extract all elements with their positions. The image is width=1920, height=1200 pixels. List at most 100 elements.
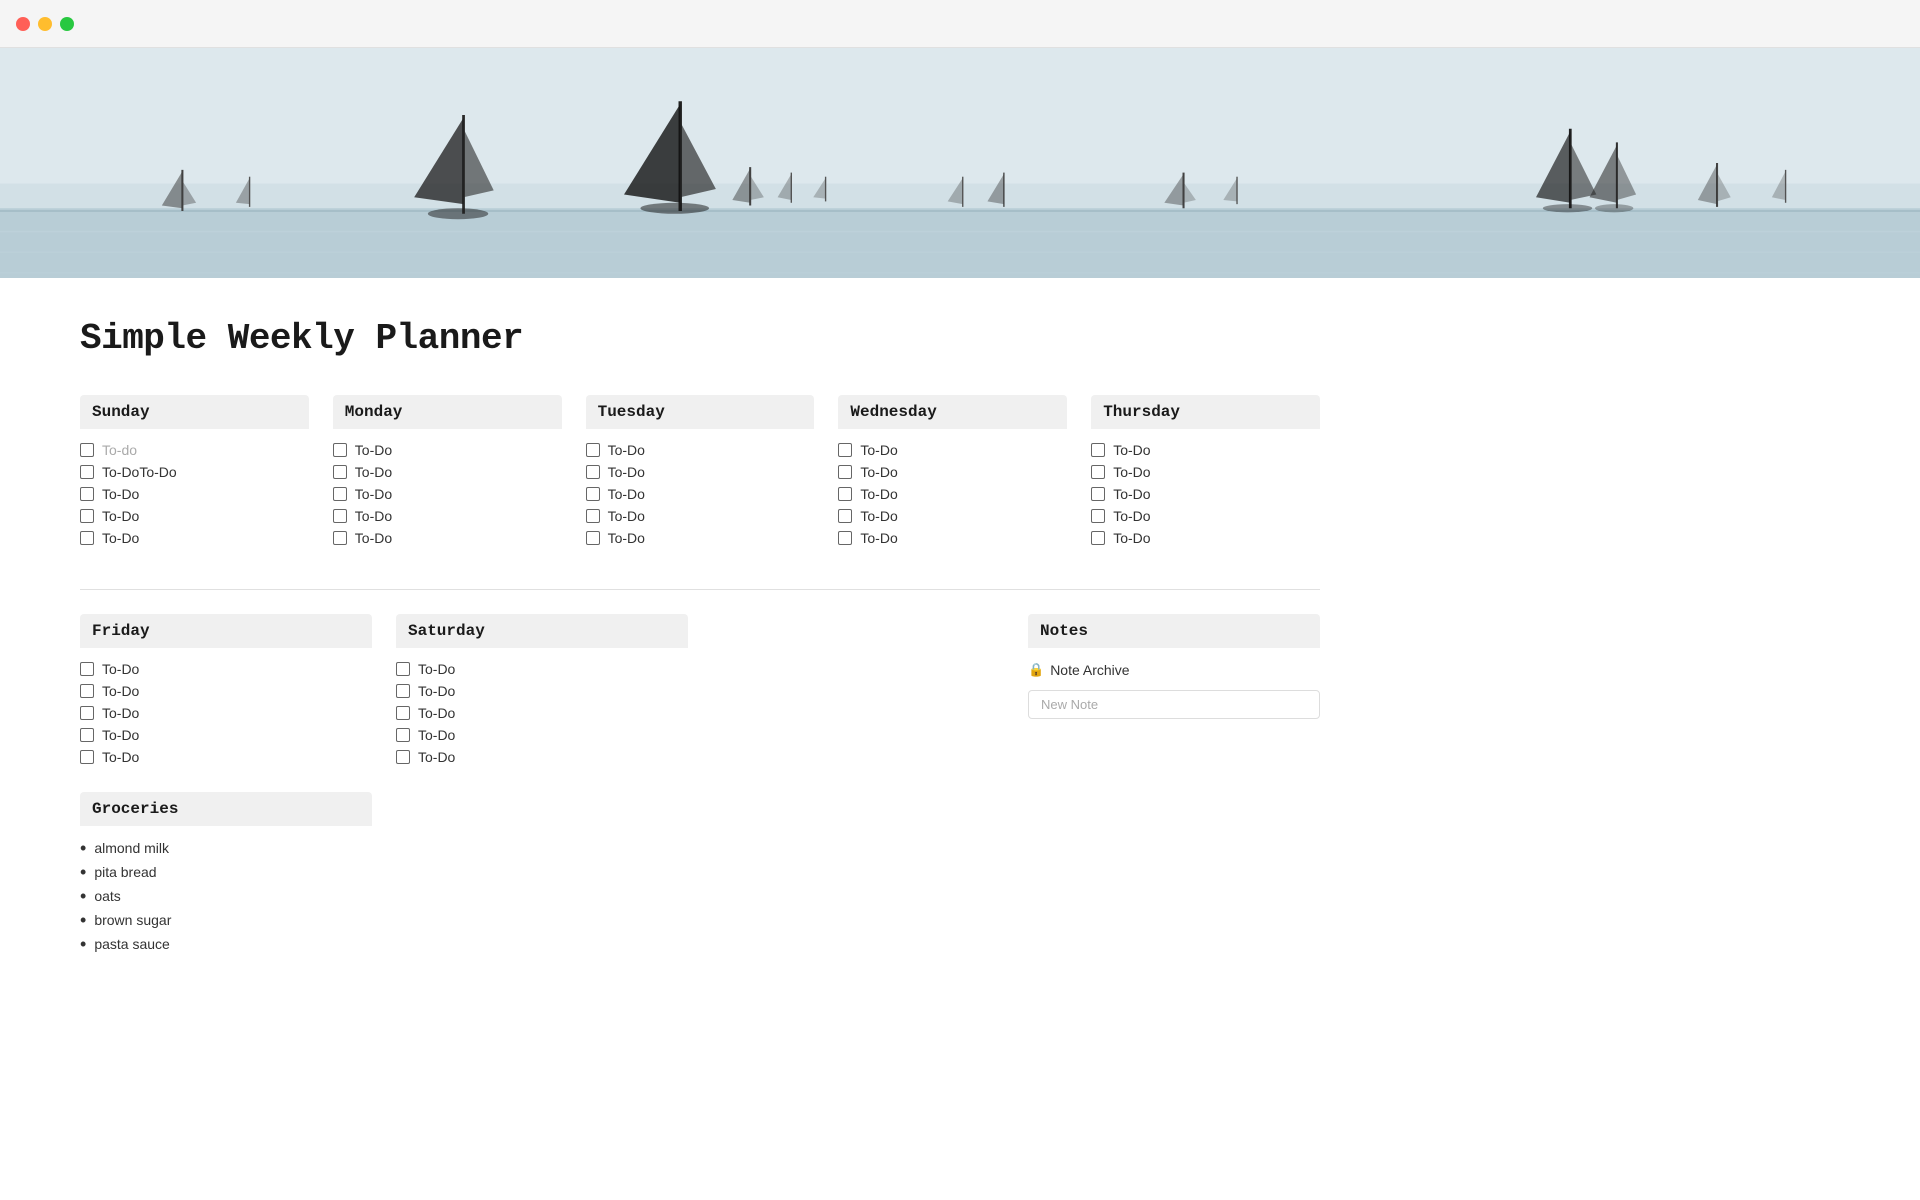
note-archive-item[interactable]: 🔒 Note Archive [1028,658,1320,682]
todo-item: To-Do [80,724,372,746]
todo-checkbox[interactable] [586,531,600,545]
todo-item: To-Do [838,483,1067,505]
todo-text: To-Do [608,464,645,480]
todo-checkbox[interactable] [333,487,347,501]
todo-text: To-DoTo-Do [102,464,177,480]
grocery-text: almond milk [94,840,169,856]
todo-item: To-Do [838,527,1067,549]
todo-checkbox[interactable] [838,509,852,523]
todo-text: To-Do [860,464,897,480]
todo-item: To-Do [586,461,815,483]
day-header-tuesday: Tuesday [586,395,815,429]
day-header-friday: Friday [80,614,372,648]
todo-item: To-Do [80,527,309,549]
hero-image [0,48,1920,278]
todo-item: To-Do [838,461,1067,483]
todo-checkbox[interactable] [586,509,600,523]
todo-item: To-Do [333,483,562,505]
todo-checkbox[interactable] [80,487,94,501]
todo-checkbox[interactable] [80,509,94,523]
new-note-button[interactable]: New Note [1028,690,1320,719]
grocery-item: •oats [80,884,372,908]
todo-item: To-Do [1091,505,1320,527]
bullet-icon: • [80,863,86,881]
todo-checkbox[interactable] [333,531,347,545]
todo-text: To-Do [102,705,139,721]
todo-checkbox[interactable] [333,443,347,457]
todo-checkbox[interactable] [80,531,94,545]
grocery-text: pasta sauce [94,936,170,952]
todo-text: To-Do [860,442,897,458]
day-header-thursday: Thursday [1091,395,1320,429]
todo-checkbox[interactable] [80,443,94,457]
todo-checkbox[interactable] [396,750,410,764]
todo-checkbox[interactable] [80,662,94,676]
page-title: Simple Weekly Planner [80,318,1320,359]
todo-item: To-Do [396,680,688,702]
todo-item: To-Do [838,439,1067,461]
todo-checkbox[interactable] [396,706,410,720]
day-header-wednesday: Wednesday [838,395,1067,429]
todo-checkbox[interactable] [1091,487,1105,501]
todo-text: To-Do [608,486,645,502]
day-col-tuesday: TuesdayTo-DoTo-DoTo-DoTo-DoTo-Do [586,395,815,549]
todo-text: To-Do [418,661,455,677]
todo-checkbox[interactable] [80,465,94,479]
todo-checkbox[interactable] [80,684,94,698]
todo-text: To-Do [355,486,392,502]
day-col-saturday: SaturdayTo-DoTo-DoTo-DoTo-DoTo-Do [396,614,688,768]
todo-text: To-Do [102,486,139,502]
todo-checkbox[interactable] [586,465,600,479]
day-col-monday: MondayTo-DoTo-DoTo-DoTo-DoTo-Do [333,395,562,549]
todo-item: To-Do [396,724,688,746]
maximize-button[interactable] [60,17,74,31]
todo-checkbox[interactable] [838,443,852,457]
close-button[interactable] [16,17,30,31]
todo-item: To-Do [586,527,815,549]
todo-checkbox[interactable] [586,443,600,457]
todo-checkbox[interactable] [396,662,410,676]
todo-text: To-Do [418,749,455,765]
note-archive-label: Note Archive [1050,662,1129,678]
todo-item: To-Do [586,483,815,505]
todo-checkbox[interactable] [80,706,94,720]
todo-checkbox[interactable] [838,487,852,501]
todo-checkbox[interactable] [1091,465,1105,479]
titlebar [0,0,1920,48]
grocery-text: pita bread [94,864,156,880]
todo-checkbox[interactable] [1091,531,1105,545]
todo-checkbox[interactable] [333,509,347,523]
day-col-thursday: ThursdayTo-DoTo-DoTo-DoTo-DoTo-Do [1091,395,1320,549]
todo-item: To-Do [586,439,815,461]
notes-header: Notes [1028,614,1320,648]
todo-text: To-Do [1113,530,1150,546]
todo-text: To-Do [102,683,139,699]
todo-text: To-Do [355,508,392,524]
todo-text: To-do [102,442,137,458]
todo-item: To-Do [80,680,372,702]
empty-spacer [712,614,1004,768]
todo-checkbox[interactable] [1091,443,1105,457]
todo-checkbox[interactable] [396,684,410,698]
todo-checkbox[interactable] [396,728,410,742]
todo-checkbox[interactable] [838,465,852,479]
todo-checkbox[interactable] [80,750,94,764]
week-grid-top: SundayTo-doTo-DoTo-DoTo-DoTo-DoTo-DoMond… [80,395,1320,549]
lock-icon: 🔒 [1028,662,1044,678]
todo-text: To-Do [102,508,139,524]
todo-checkbox[interactable] [586,487,600,501]
todo-text: To-Do [1113,442,1150,458]
todo-checkbox[interactable] [333,465,347,479]
todo-checkbox[interactable] [838,531,852,545]
todo-checkbox[interactable] [80,728,94,742]
minimize-button[interactable] [38,17,52,31]
todo-item: To-Do [80,483,309,505]
todo-checkbox[interactable] [1091,509,1105,523]
groceries-column: Groceries•almond milk•pita bread•oats•br… [80,792,372,956]
todo-text: To-Do [608,530,645,546]
day-header-monday: Monday [333,395,562,429]
todo-item: To-do [80,439,309,461]
todo-item: To-Do [396,746,688,768]
todo-text: To-Do [860,530,897,546]
grocery-text: oats [94,888,120,904]
